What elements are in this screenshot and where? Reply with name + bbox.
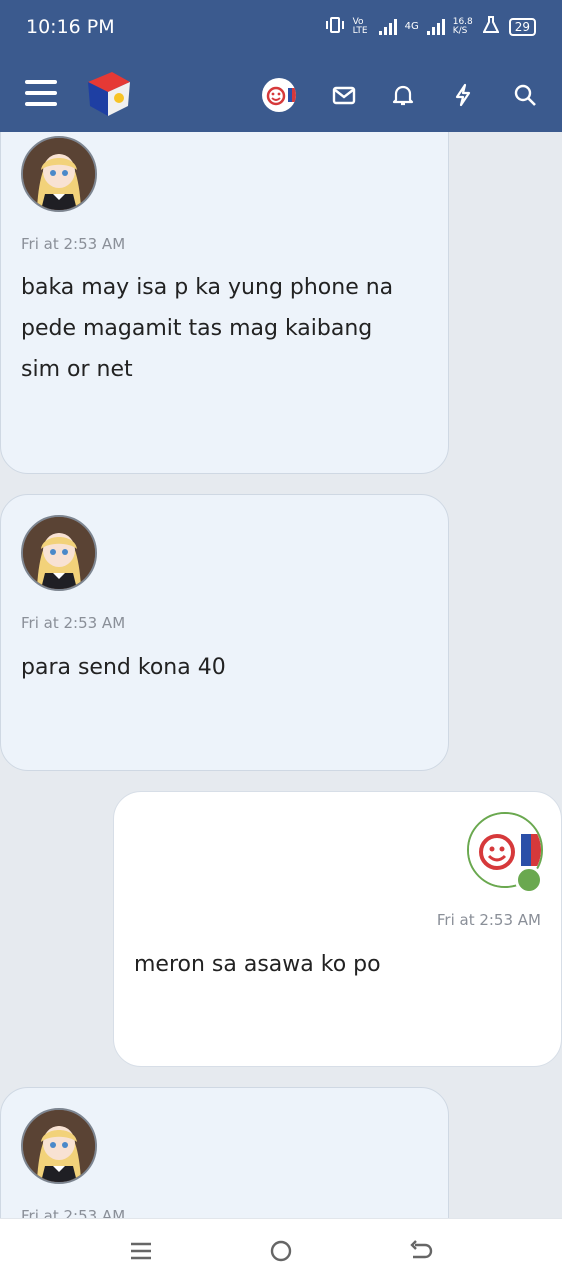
status-time: 10:16 PM — [26, 16, 115, 38]
message-text: meron sa asawa ko po — [134, 944, 381, 985]
message-timestamp: Fri at 2:53 AM — [21, 235, 126, 253]
message-line: meron sa asawa ko po — [134, 952, 381, 977]
site-logo[interactable] — [82, 68, 134, 120]
message-line: pede magamit tas mag kaibang — [21, 316, 373, 341]
system-navigation-bar — [0, 1218, 562, 1280]
back-icon[interactable] — [407, 1237, 435, 1265]
signal-icon — [426, 18, 445, 35]
flask-icon — [482, 16, 500, 37]
message-text: baka may isa p ka yung phone na pede mag… — [21, 267, 393, 390]
online-indicator-icon — [515, 866, 543, 894]
mail-icon[interactable] — [331, 82, 357, 108]
avatar[interactable] — [21, 1108, 97, 1184]
message-bubble-own: Fri at 2:53 AM meron sa asawa ko po — [113, 791, 562, 1067]
message-line: sim or net — [21, 357, 133, 382]
menu-icon[interactable] — [25, 80, 57, 106]
user-avatar[interactable] — [262, 78, 296, 112]
message-feed[interactable]: Fri at 2:53 AM baka may isa p ka yung ph… — [0, 0, 562, 1280]
search-icon[interactable] — [512, 82, 538, 108]
top-bar: 10:16 PM Vo LTE 4G 16.8 K/S 29 — [0, 0, 562, 132]
app-bar — [0, 56, 562, 132]
message-line: baka may isa p ka yung phone na — [21, 275, 394, 300]
message-line: para send kona 40 — [21, 655, 226, 680]
message-text: para send kona 40 — [21, 647, 226, 688]
message-timestamp: Fri at 2:53 AM — [436, 911, 541, 929]
home-icon[interactable] — [267, 1237, 295, 1265]
lightning-icon[interactable] — [450, 82, 476, 108]
battery-indicator: 29 — [508, 17, 536, 36]
vibrate-icon — [325, 16, 345, 37]
network-label: Vo LTE — [352, 16, 368, 36]
bell-icon[interactable] — [390, 82, 416, 108]
signal-icon — [378, 18, 397, 35]
message-timestamp: Fri at 2:53 AM — [21, 614, 126, 632]
recent-apps-icon[interactable] — [127, 1237, 155, 1265]
message-bubble: Fri at 2:53 AM para send kona 40 — [0, 494, 449, 771]
network-label: 4G — [404, 21, 419, 32]
speed-label: 16.8 K/S — [452, 16, 473, 36]
message-bubble: Fri at 2:53 AM baka may isa p ka yung ph… — [0, 98, 449, 474]
screen: Fri at 2:53 AM baka may isa p ka yung ph… — [0, 0, 562, 1280]
status-bar: 10:16 PM Vo LTE 4G 16.8 K/S 29 — [0, 0, 562, 56]
avatar[interactable] — [21, 515, 97, 591]
avatar[interactable] — [21, 136, 97, 212]
status-icons: Vo LTE 4G 16.8 K/S 29 — [325, 16, 536, 37]
